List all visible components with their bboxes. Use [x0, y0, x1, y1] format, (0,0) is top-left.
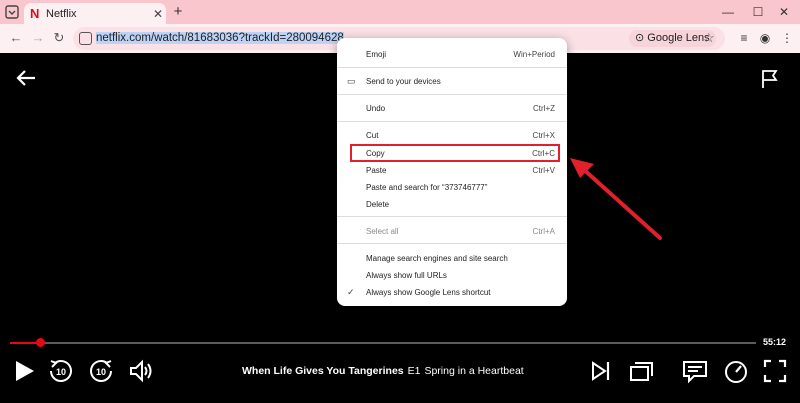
- menu-item-send-to-devices[interactable]: ▭ Send to your devices: [337, 73, 567, 90]
- skip-back-label: 10: [56, 367, 66, 377]
- playback-speed-icon[interactable]: [722, 357, 750, 385]
- progress-scrubber[interactable]: [35, 338, 45, 347]
- play-icon[interactable]: [10, 357, 38, 385]
- menu-item-undo[interactable]: Undo Ctrl+Z: [337, 100, 567, 117]
- menu-item-emoji[interactable]: Emoji Win+Period: [337, 46, 567, 63]
- menu-item-select-all[interactable]: Select all Ctrl+A: [337, 223, 567, 240]
- tab-grid-icon[interactable]: [5, 5, 19, 19]
- show-title: When Life Gives You Tangerines: [242, 365, 404, 377]
- menu-item-show-lens-shortcut[interactable]: ✓ Always show Google Lens shortcut: [337, 284, 567, 301]
- menu-item-cut[interactable]: Cut Ctrl+X: [337, 127, 567, 144]
- episode-title-bar: When Life Gives You Tangerines E1 Spring i…: [242, 365, 524, 377]
- menu-item-manage-search-engines[interactable]: Manage search engines and site search: [337, 250, 567, 267]
- lens-label: Google Lens: [647, 32, 710, 44]
- star-icon[interactable]: ☆: [703, 30, 715, 46]
- reload-icon[interactable]: ↻: [51, 30, 67, 46]
- url-host: netflix.com: [96, 32, 151, 44]
- back-icon[interactable]: ←: [8, 30, 24, 46]
- skip-forward-icon[interactable]: 10: [87, 357, 115, 385]
- fullscreen-icon[interactable]: [761, 357, 789, 385]
- checkmark-icon: ✓: [347, 287, 355, 297]
- skip-forward-label: 10: [96, 367, 106, 377]
- tab-netflix[interactable]: N Netflix ✕: [24, 3, 166, 24]
- menu-item-delete[interactable]: Delete: [337, 196, 567, 213]
- new-tab-button[interactable]: +: [170, 4, 186, 20]
- menu-divider: [337, 67, 567, 68]
- menu-divider: [337, 216, 567, 217]
- episode-title: Spring in a Heartbeat: [424, 365, 524, 377]
- minimize-icon[interactable]: —: [718, 4, 738, 20]
- back-arrow-icon[interactable]: [15, 69, 37, 87]
- tab-strip: N Netflix ✕ + — ☐ ✕: [0, 0, 800, 24]
- skip-back-icon[interactable]: 10: [47, 357, 75, 385]
- annotation-arrow-icon: [570, 158, 662, 240]
- copy-highlight-box: [350, 144, 560, 162]
- url-path: /watch/81683036?trackId=280094628: [150, 32, 344, 44]
- report-flag-icon[interactable]: [760, 69, 780, 89]
- menu-item-show-full-urls[interactable]: Always show full URLs: [337, 267, 567, 284]
- more-icon[interactable]: ⋮: [779, 30, 795, 46]
- site-info-icon[interactable]: [79, 32, 92, 45]
- forward-icon[interactable]: →: [30, 30, 46, 46]
- devices-icon: ▭: [347, 76, 356, 86]
- netflix-logo-icon: N: [30, 6, 40, 21]
- subtitles-icon[interactable]: [681, 357, 709, 385]
- menu-divider: [337, 243, 567, 244]
- menu-divider: [337, 121, 567, 122]
- next-episode-icon[interactable]: [587, 357, 615, 385]
- menu-divider: [337, 94, 567, 95]
- url-text[interactable]: netflix.com/watch/81683036?trackId=28009…: [96, 32, 344, 44]
- episode-number: E1: [407, 365, 421, 377]
- menu-item-paste[interactable]: Paste Ctrl+V: [337, 162, 567, 179]
- progress-bar[interactable]: [10, 338, 756, 347]
- episodes-icon[interactable]: [627, 357, 655, 385]
- maximize-icon[interactable]: ☐: [748, 4, 768, 20]
- volume-icon[interactable]: [127, 357, 155, 385]
- context-menu: Emoji Win+Period ▭ Send to your devices Un…: [337, 38, 567, 306]
- lens-icon: ⊙: [635, 32, 645, 44]
- tab-title: Netflix: [46, 7, 77, 20]
- profile-icon[interactable]: ◉: [757, 30, 773, 46]
- menu-item-paste-and-search[interactable]: Paste and search for “373746777”: [337, 179, 567, 196]
- media-icon[interactable]: ≡: [736, 30, 752, 46]
- close-icon[interactable]: ✕: [150, 7, 166, 21]
- window-close-icon[interactable]: ✕: [774, 4, 794, 20]
- time-remaining: 55:12: [763, 337, 787, 347]
